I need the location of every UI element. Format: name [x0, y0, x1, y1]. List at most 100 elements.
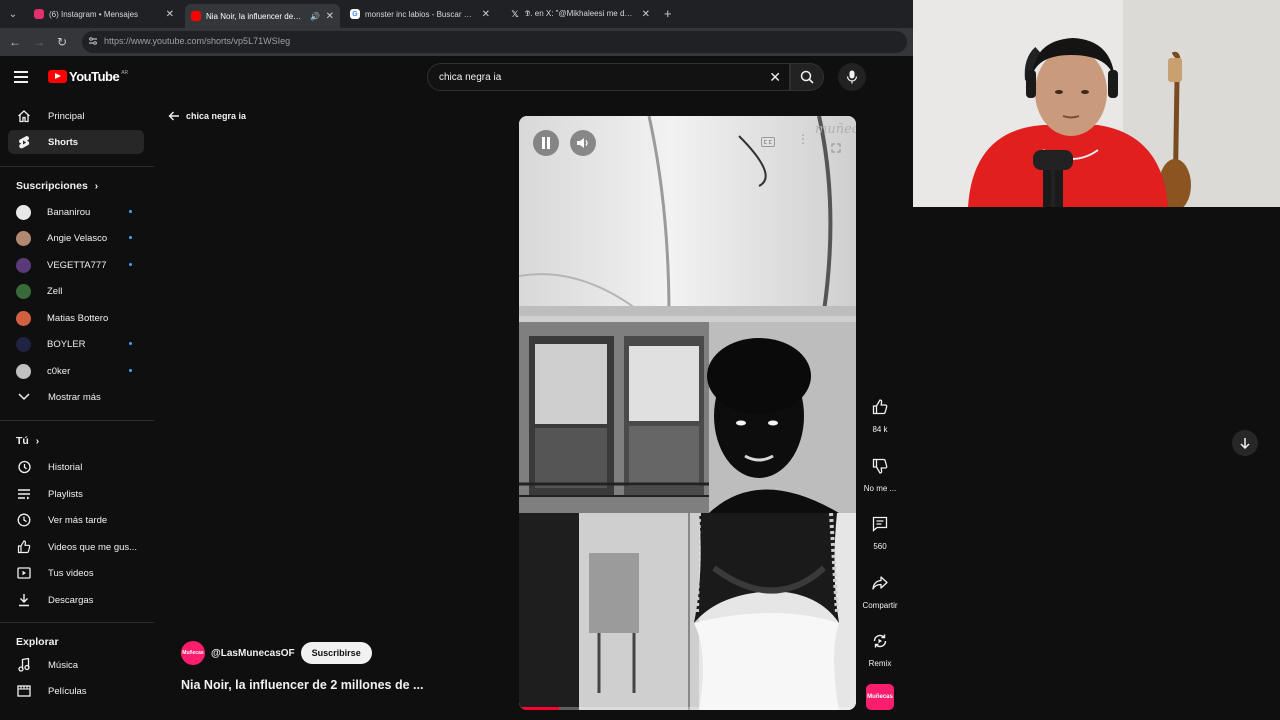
- video-frame-bottom: [519, 512, 856, 710]
- youtube-header: YouTube AR chica negra ia ✕: [0, 56, 913, 100]
- avatar: [16, 336, 31, 352]
- playlists-icon: [16, 486, 32, 502]
- tab-bar: ⌄ (6) Instagram • Mensajes ✕ Nia Noir, l…: [0, 0, 913, 28]
- thumbs-up-icon: [866, 393, 894, 421]
- menu-icon[interactable]: [14, 67, 34, 87]
- sidebar-item-music[interactable]: Música: [8, 653, 144, 677]
- back-to-search[interactable]: chica negra ia: [168, 110, 246, 122]
- close-icon[interactable]: ✕: [326, 11, 334, 22]
- fullscreen-icon[interactable]: [831, 140, 841, 158]
- tab-youtube-short[interactable]: Nia Noir, la influencer de 2 ... 🔊 ✕: [185, 4, 340, 28]
- youtube-logo[interactable]: YouTube AR: [48, 69, 128, 84]
- sidebar-item-show-more[interactable]: Mostrar más: [8, 385, 144, 409]
- chevron-down-icon: [16, 389, 32, 405]
- avatar: [16, 363, 31, 379]
- sidebar-item-watch-later[interactable]: Ver más tarde: [8, 508, 144, 532]
- url-host: https://www.youtube.com: [104, 36, 205, 46]
- browser-window: ⌄ (6) Instagram • Mensajes ✕ Nia Noir, l…: [0, 0, 913, 720]
- tab-search-icon[interactable]: ⌄: [4, 5, 22, 23]
- sidebar-item-angie-velasco[interactable]: Angie Velasco: [8, 226, 144, 250]
- you-heading[interactable]: Tú ›: [16, 435, 39, 447]
- sidebar-item-label: Descargas: [48, 594, 94, 606]
- tab-google-search[interactable]: G monster inc labios - Buscar con ... ✕: [344, 4, 496, 24]
- forward-icon[interactable]: →: [31, 34, 47, 50]
- youtube-play-icon: [48, 70, 67, 83]
- sidebar-item-c0ker[interactable]: c0ker: [8, 359, 144, 383]
- pause-button[interactable]: [533, 130, 559, 156]
- close-icon[interactable]: ✕: [166, 9, 174, 20]
- pause-icon: [542, 137, 550, 149]
- speaker-icon[interactable]: 🔊: [310, 12, 320, 21]
- reload-icon[interactable]: ↻: [54, 34, 70, 50]
- like-button[interactable]: 84 k: [859, 393, 901, 434]
- arrow-down-icon: [1240, 438, 1250, 449]
- back-icon[interactable]: ←: [7, 34, 23, 50]
- arrow-left-icon: [168, 111, 179, 121]
- sound-thumbnail[interactable]: Muñecas: [866, 684, 894, 710]
- sidebar-item-liked-videos[interactable]: Videos que me gus...: [8, 535, 144, 559]
- webcam-image: [913, 0, 1280, 207]
- clear-search-icon[interactable]: ✕: [769, 69, 781, 86]
- comments-button[interactable]: 560: [859, 510, 901, 551]
- url-field[interactable]: https://www.youtube.com/shorts/vp5L71WSI…: [82, 31, 907, 53]
- tab-instagram[interactable]: (6) Instagram • Mensajes ✕: [28, 4, 180, 24]
- sidebar-item-playlists[interactable]: Playlists: [8, 482, 144, 506]
- sidebar-item-bananirou[interactable]: Bananirou: [8, 200, 144, 224]
- sidebar-item-label: Ver más tarde: [48, 514, 108, 526]
- sidebar-item-label: Matias Bottero: [47, 312, 109, 324]
- comment-count: 560: [873, 542, 887, 551]
- share-button[interactable]: Compartir: [859, 569, 901, 610]
- more-options-icon[interactable]: ⋮: [797, 132, 809, 146]
- tab-x-post[interactable]: 𝕏 𝕯. en X: "@Mikhaleesi me da la ... ✕: [504, 4, 656, 24]
- tab-title: (6) Instagram • Mensajes: [49, 9, 139, 19]
- next-short-button[interactable]: [1232, 430, 1258, 456]
- shorts-icon: [16, 134, 32, 150]
- share-label: Compartir: [862, 601, 898, 610]
- sidebar-item-historial[interactable]: Historial: [8, 455, 144, 479]
- explore-heading: Explorar: [16, 636, 59, 648]
- divider: [0, 166, 154, 167]
- dislike-label: No me ...: [863, 484, 897, 493]
- video-progress-bar[interactable]: [519, 707, 856, 710]
- shorts-video-player[interactable]: ⋮ muñeca: [519, 116, 856, 710]
- avatar: [16, 257, 31, 273]
- sidebar: Principal Shorts Suscripciones › Bananir…: [0, 100, 154, 720]
- remix-button[interactable]: Remix: [859, 627, 901, 668]
- site-info-icon[interactable]: [88, 36, 100, 48]
- search-input[interactable]: chica negra ia ✕: [427, 63, 790, 91]
- explore-heading-text: Explorar: [16, 636, 59, 648]
- comment-icon: [866, 510, 894, 538]
- sidebar-item-shorts[interactable]: Shorts: [8, 130, 144, 154]
- subscriptions-heading[interactable]: Suscripciones ›: [16, 180, 98, 192]
- new-tab-icon[interactable]: +: [664, 6, 672, 21]
- you-heading-text: Tú: [16, 435, 29, 447]
- channel-handle[interactable]: @LasMunecasOF: [211, 648, 295, 659]
- close-icon[interactable]: ✕: [482, 9, 490, 20]
- new-content-dot: [129, 342, 132, 345]
- new-content-dot: [129, 236, 132, 239]
- sidebar-item-your-videos[interactable]: Tus videos: [8, 561, 144, 585]
- your-videos-icon: [16, 565, 32, 581]
- sidebar-item-movies[interactable]: Películas: [8, 679, 144, 703]
- sidebar-item-principal[interactable]: Principal: [8, 104, 144, 128]
- volume-button[interactable]: [570, 130, 596, 156]
- subscribe-button[interactable]: Suscribirse: [300, 642, 372, 664]
- sidebar-item-vegetta777[interactable]: VEGETTA777: [8, 253, 144, 277]
- sidebar-item-label: Videos que me gus...: [48, 541, 138, 553]
- sidebar-item-label: Películas: [48, 685, 87, 697]
- sidebar-item-boyler[interactable]: BOYLER: [8, 332, 144, 356]
- subscriptions-heading-text: Suscripciones: [16, 180, 88, 192]
- captions-icon[interactable]: [761, 134, 775, 152]
- voice-search-button[interactable]: [838, 63, 866, 91]
- tab-title: Nia Noir, la influencer de 2 ...: [206, 11, 302, 21]
- sidebar-item-matias-bottero[interactable]: Matias Bottero: [8, 306, 144, 330]
- sidebar-item-zell[interactable]: Zell: [8, 279, 144, 303]
- close-icon[interactable]: ✕: [642, 9, 650, 20]
- dislike-button[interactable]: No me ...: [859, 452, 901, 493]
- video-title[interactable]: Nia Noir, la influencer de 2 millones de…: [181, 678, 423, 692]
- channel-avatar[interactable]: Muñecas: [181, 641, 205, 665]
- search-button[interactable]: [790, 63, 824, 91]
- instagram-icon: [34, 9, 44, 19]
- sidebar-item-downloads[interactable]: Descargas: [8, 588, 144, 612]
- music-icon: [16, 657, 32, 673]
